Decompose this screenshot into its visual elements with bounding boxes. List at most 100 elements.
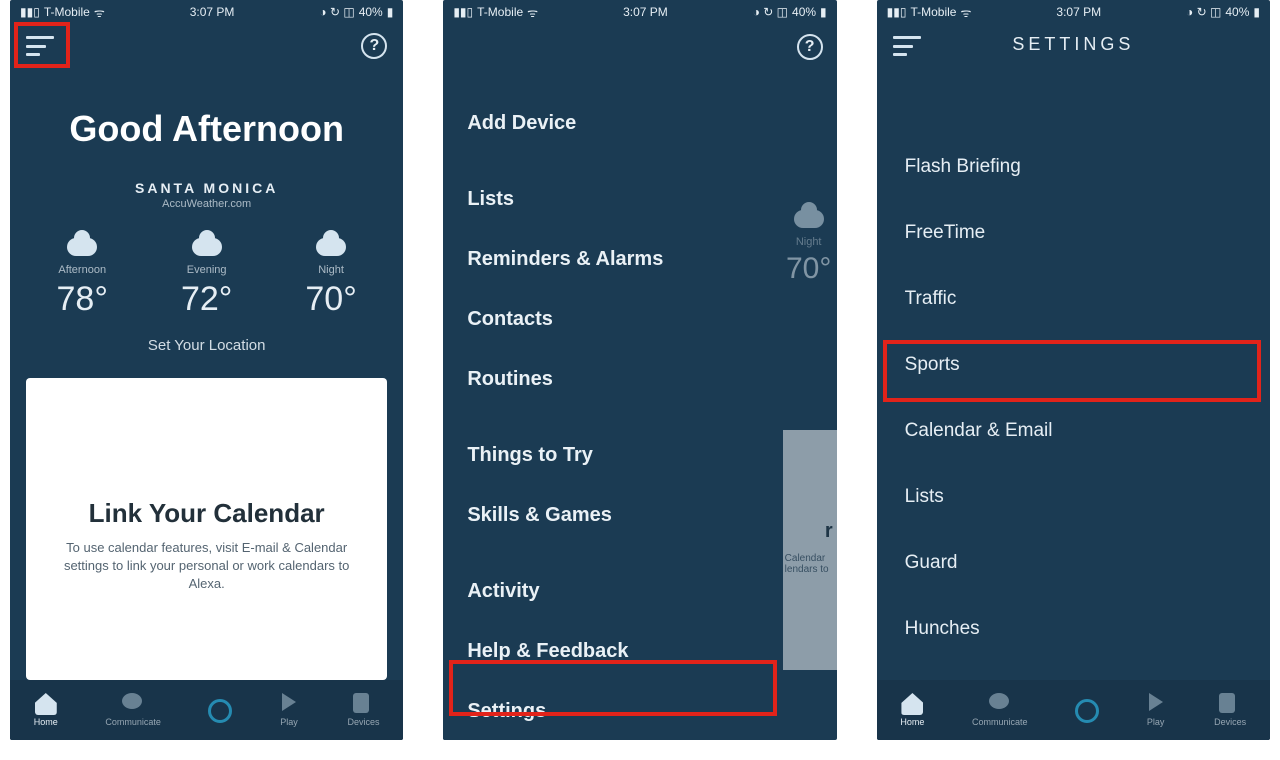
- weather-afternoon: Afternoon 78°: [57, 228, 108, 319]
- settings-traffic[interactable]: Traffic: [877, 266, 1270, 332]
- drawer-activity[interactable]: Activity: [443, 562, 783, 622]
- help-glyph: ?: [805, 38, 815, 56]
- settings-lists[interactable]: Lists: [877, 464, 1270, 530]
- greeting-text: Good Afternoon: [10, 108, 403, 150]
- drawer-lists[interactable]: Lists: [443, 170, 783, 230]
- side-drawer: Add Device Lists Reminders & Alarms Cont…: [443, 24, 783, 740]
- nav-communicate[interactable]: Communicate: [105, 693, 161, 727]
- screen-home: ▮▮▯ T-Mobile ᯤ 3:07 PM ◑ ↻ ◫ 40% ▮ ? Goo…: [10, 0, 403, 740]
- screen-drawer: ▮▮▯ T-Mobile ᯤ 3:07 PM ◑ ↻ ◫ 40% ▮ ? Nig…: [443, 0, 836, 740]
- card-frag: Calendar: [785, 553, 833, 564]
- status-bar: ▮▮▯ T-Mobile ᯤ 3:07 PM ◑ ↻ ◫ 40% ▮: [443, 0, 836, 24]
- weather-label: Night: [305, 264, 356, 276]
- drawer-add-device[interactable]: Add Device: [443, 94, 783, 154]
- bottom-nav: Home Communicate Play Devices: [877, 680, 1270, 740]
- nav-label: Devices: [1214, 717, 1246, 727]
- play-icon: [1149, 693, 1163, 711]
- wifi-icon: ᯤ: [94, 4, 105, 21]
- battery-icon: ▮: [387, 5, 394, 19]
- app-header: ?: [10, 24, 403, 68]
- settings-sports[interactable]: Sports: [877, 332, 1270, 398]
- drawer-contacts[interactable]: Contacts: [443, 290, 783, 350]
- behind-weather-night: Night 70°: [779, 200, 837, 286]
- nav-home[interactable]: Home: [34, 693, 58, 727]
- carrier-label: T-Mobile: [910, 5, 956, 19]
- settings-hunches[interactable]: Hunches: [877, 596, 1270, 662]
- card-frag: lendars to: [785, 564, 833, 575]
- battery-icon: ▮: [1253, 5, 1260, 19]
- hamburger-icon[interactable]: [26, 36, 54, 56]
- battery-label: 40%: [1225, 5, 1249, 19]
- nav-play[interactable]: Play: [1145, 693, 1167, 727]
- nav-communicate[interactable]: Communicate: [972, 693, 1028, 727]
- battery-icon: ▮: [820, 5, 827, 19]
- settings-calendar-email[interactable]: Calendar & Email: [877, 398, 1270, 464]
- drawer-routines[interactable]: Routines: [443, 350, 783, 410]
- signal-icon: ▮▮▯: [887, 5, 907, 19]
- status-time: 3:07 PM: [1056, 5, 1101, 19]
- alexa-icon: [208, 699, 232, 723]
- location-block: SANTA MONICA AccuWeather.com: [10, 180, 403, 210]
- play-icon: [282, 693, 296, 711]
- weather-label: Evening: [181, 264, 232, 276]
- cloud-icon: [62, 228, 102, 256]
- chat-icon: [989, 693, 1009, 709]
- status-time: 3:07 PM: [623, 5, 668, 19]
- weather-night: Night 70°: [305, 228, 356, 319]
- help-icon[interactable]: ?: [797, 34, 823, 60]
- chat-icon: [122, 693, 142, 709]
- nav-label: Communicate: [972, 717, 1028, 727]
- settings-list: Flash Briefing FreeTime Traffic Sports C…: [877, 68, 1270, 728]
- status-misc-icons: ◑ ↻ ◫: [1186, 5, 1221, 19]
- drawer-things-to-try[interactable]: Things to Try: [443, 426, 783, 486]
- behind-card-fragment: r Calendar lendars to: [779, 430, 837, 670]
- status-misc-icons: ◑ ↻ ◫: [753, 5, 788, 19]
- nav-alexa[interactable]: [1075, 699, 1097, 721]
- help-icon[interactable]: ?: [361, 33, 387, 59]
- cloud-icon: [311, 228, 351, 256]
- nav-devices[interactable]: Devices: [348, 693, 380, 727]
- bottom-nav: Home Communicate Play Devices: [10, 680, 403, 740]
- nav-alexa[interactable]: [208, 699, 230, 721]
- settings-freetime[interactable]: FreeTime: [877, 200, 1270, 266]
- weather-row: Afternoon 78° Evening 72° Night 70°: [10, 228, 403, 319]
- greeting-block: Good Afternoon: [10, 108, 403, 150]
- card-title: Link Your Calendar: [52, 498, 361, 529]
- nav-label: Play: [1147, 717, 1165, 727]
- settings-flash-briefing[interactable]: Flash Briefing: [877, 134, 1270, 200]
- location-source: AccuWeather.com: [10, 198, 403, 210]
- weather-temp: 78°: [57, 280, 108, 319]
- nav-label: Play: [280, 717, 298, 727]
- signal-icon: ▮▮▯: [20, 5, 40, 19]
- status-misc-icons: ◑ ↻ ◫: [319, 5, 354, 19]
- location-name: SANTA MONICA: [10, 180, 403, 196]
- nav-label: Devices: [348, 717, 380, 727]
- set-location-link[interactable]: Set Your Location: [10, 337, 403, 354]
- drawer-settings[interactable]: Settings: [443, 682, 783, 740]
- device-icon: [1219, 693, 1235, 713]
- alexa-icon: [1075, 699, 1099, 723]
- weather-label: Night: [779, 236, 837, 248]
- carrier-label: T-Mobile: [477, 5, 523, 19]
- nav-label: Communicate: [105, 717, 161, 727]
- wifi-icon: ᯤ: [527, 4, 538, 21]
- screen-settings: ▮▮▯ T-Mobile ᯤ 3:07 PM ◑ ↻ ◫ 40% ▮ SETTI…: [877, 0, 1270, 740]
- drawer-help-feedback[interactable]: Help & Feedback: [443, 622, 783, 682]
- home-icon: [901, 693, 923, 715]
- nav-play[interactable]: Play: [278, 693, 300, 727]
- home-icon: [35, 693, 57, 715]
- nav-label: Home: [34, 717, 58, 727]
- battery-label: 40%: [359, 5, 383, 19]
- status-time: 3:07 PM: [190, 5, 235, 19]
- drawer-skills-games[interactable]: Skills & Games: [443, 486, 783, 546]
- status-bar: ▮▮▯ T-Mobile ᯤ 3:07 PM ◑ ↻ ◫ 40% ▮: [877, 0, 1270, 24]
- signal-icon: ▮▮▯: [453, 5, 473, 19]
- battery-label: 40%: [792, 5, 816, 19]
- nav-home[interactable]: Home: [900, 693, 924, 727]
- weather-temp: 70°: [305, 280, 356, 319]
- settings-guard[interactable]: Guard: [877, 530, 1270, 596]
- wifi-icon: ᯤ: [960, 4, 971, 21]
- drawer-reminders[interactable]: Reminders & Alarms: [443, 230, 783, 290]
- nav-devices[interactable]: Devices: [1214, 693, 1246, 727]
- link-calendar-card[interactable]: Link Your Calendar To use calendar featu…: [26, 378, 387, 680]
